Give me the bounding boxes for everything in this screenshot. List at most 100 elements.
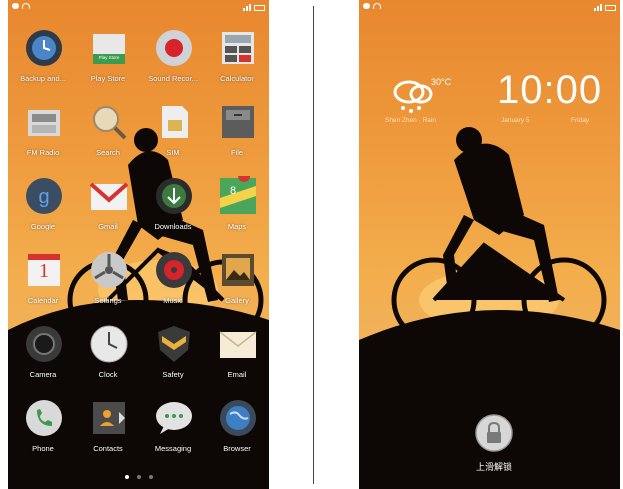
chat-bubble-icon [156,402,192,434]
page-indicator [8,475,269,479]
app-sim[interactable]: SIM [141,102,205,170]
map-pin-icon: 8 [220,176,256,214]
clock-time: 10:00 [497,68,603,112]
app-email[interactable]: Email [205,324,269,392]
settings-icon [91,252,127,288]
app-clock[interactable]: Clock [76,324,140,392]
app-label: Contacts [93,444,123,453]
weekday: Friday [571,117,590,124]
app-label: Music [163,296,183,305]
app-label: Gmail [98,222,118,231]
backup-icon [26,30,62,66]
app-label: Browser [223,444,251,453]
google-icon: g [26,178,62,214]
status-bar [359,0,620,18]
app-label: Clock [98,370,118,379]
status-bar [8,0,269,18]
unlock-label: 上滑解锁 [475,462,512,472]
app-label: Email [227,370,247,379]
app-label: Sound Recor... [148,74,198,83]
gallery-icon [222,254,254,286]
signal-icon [594,4,602,11]
app-label: Maps [227,222,247,231]
home-screen: Backup and... Play Store Play Store Soun… [8,0,269,489]
chat-bubble-icon [12,3,19,9]
app-play-store[interactable]: Play Store Play Store [76,28,140,96]
app-sound-recorder[interactable]: Sound Recor... [141,28,205,96]
app-label: Calculator [220,74,254,83]
app-calendar[interactable]: 1 Calendar [11,250,75,318]
calculator-icon [222,32,254,64]
shopping-bag-icon [93,34,125,64]
app-gmail[interactable]: Gmail [76,176,140,244]
app-label: Search [96,148,120,157]
app-fm-radio[interactable]: FM Radio [11,102,75,170]
unlock-button[interactable] [474,413,514,453]
magnifier-icon [93,106,127,140]
globe-icon [220,400,256,436]
app-label: Phone [32,444,54,453]
page-dot[interactable] [148,475,153,479]
app-label: Safety [162,370,184,379]
app-label: SIM [166,148,180,157]
app-label: Camera [29,370,57,379]
battery-icon [254,5,265,11]
wifi-icon [22,3,30,9]
chat-bubble-icon [363,3,370,9]
play-store-badge: Play Store [98,55,120,60]
app-label: Messaging [154,444,192,453]
calendar-day: 1 [39,260,49,282]
app-file[interactable]: File [205,102,269,170]
lock-screen: 30°C 10:00 Shen Zhen · Rain January 5 Fr… [359,0,620,489]
app-label: Downloads [154,222,192,231]
envelope-icon [219,331,257,358]
camera-icon [26,326,62,362]
app-backup[interactable]: Backup and... [11,28,75,96]
app-label: File [230,148,244,157]
clock-icon [90,325,128,363]
mail-envelope-icon [89,182,129,210]
signal-icon [243,4,251,11]
app-label: FM Radio [26,148,60,157]
app-phone[interactable]: Phone [11,398,75,466]
phone-icon [26,400,62,436]
app-label: Google [30,222,56,231]
app-search[interactable]: Search [76,102,140,170]
record-icon [156,30,192,66]
svg-text:g: g [38,186,49,208]
app-label: Settings [94,296,122,305]
weather-info-row: Shen Zhen · Rain January 5 Friday [359,117,620,129]
app-maps[interactable]: 8 Maps [205,176,269,244]
location-weather: Shen Zhen · Rain [385,117,436,124]
page-dot[interactable] [124,475,129,479]
app-settings[interactable]: Settings [76,250,140,318]
app-music[interactable]: Music [141,250,205,318]
app-label: Backup and... [20,74,66,83]
music-icon [156,252,192,288]
sim-card-icon [162,106,188,138]
app-google[interactable]: g Google [11,176,75,244]
wifi-icon [373,3,381,9]
file-cabinet-icon [222,106,254,138]
svg-text:8: 8 [230,185,236,197]
app-label: Calendar [27,296,59,305]
download-icon [156,178,192,214]
battery-icon [605,5,616,11]
app-downloads[interactable]: Downloads [141,176,205,244]
app-calculator[interactable]: Calculator [205,28,269,96]
radio-icon [28,110,60,136]
temperature: 30°C [431,77,452,87]
date: January 5 [501,117,530,124]
contacts-icon [93,402,125,434]
app-safety[interactable]: Safety [141,324,205,392]
app-label: Play Store [90,74,126,83]
app-label: Gallery [225,296,249,305]
app-camera[interactable]: Camera [11,324,75,392]
shield-icon [158,326,190,362]
divider [313,6,314,484]
app-gallery[interactable]: Gallery [205,250,269,318]
app-contacts[interactable]: Contacts [76,398,140,466]
page-dot[interactable] [136,475,141,479]
app-messaging[interactable]: Messaging [141,398,205,466]
app-browser[interactable]: Browser [205,398,269,466]
